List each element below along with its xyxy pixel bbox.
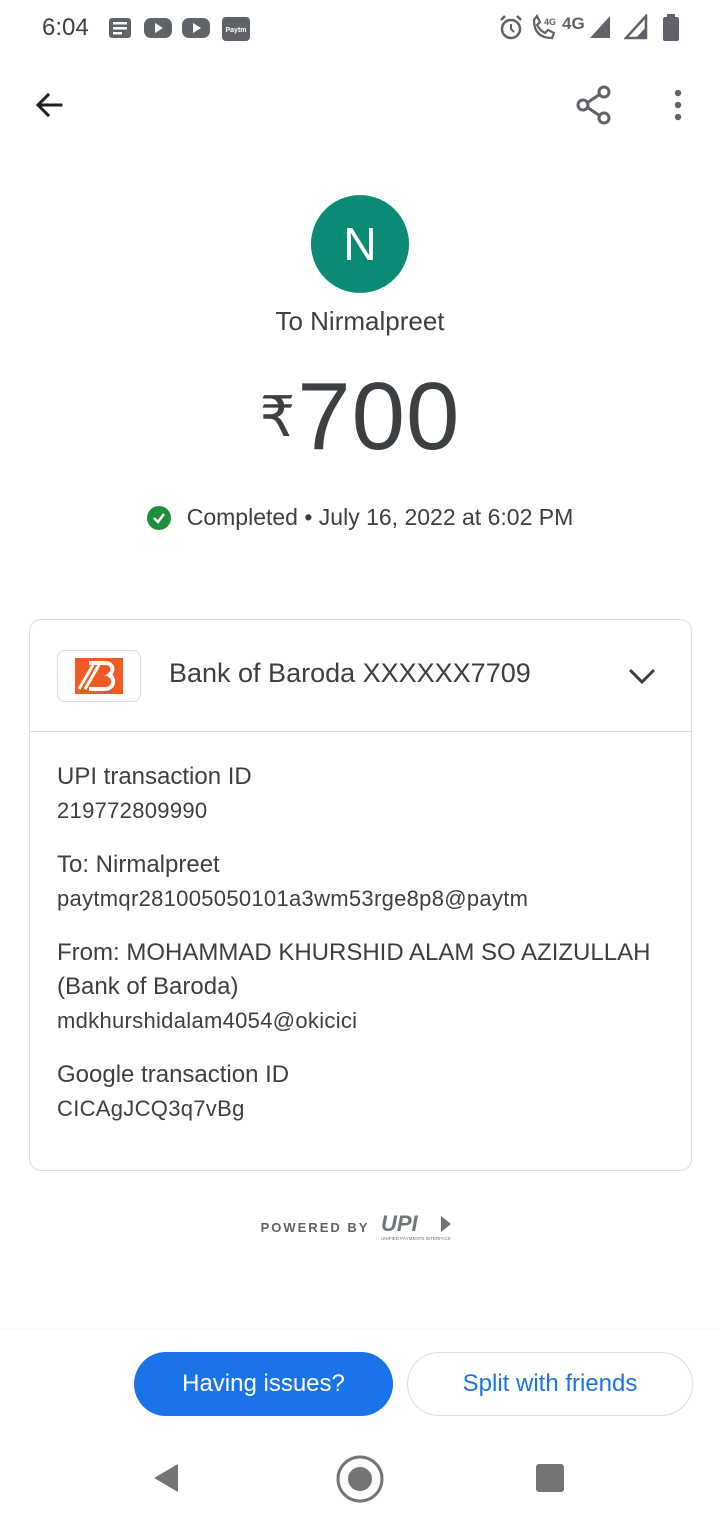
youtube-icon <box>182 18 210 38</box>
svg-text:4G: 4G <box>544 17 556 27</box>
from-detail: From: MOHAMMAD KHURSHID ALAM SO AZIZULLA… <box>57 936 671 1038</box>
powered-by-text: POWERED BY <box>260 1219 370 1235</box>
status-bar: 6:04 Paytm 4G 4G <box>0 0 720 56</box>
nav-recents-icon[interactable] <box>536 1464 564 1492</box>
detail-label: To: Nirmalpreet <box>57 851 220 878</box>
youtube-icon <box>144 18 172 38</box>
arrow-back-icon <box>35 92 63 118</box>
svg-text:UNIFIED PAYMENTS INTERFACE: UNIFIED PAYMENTS INTERFACE <box>381 1236 451 1241</box>
svg-text:UPI: UPI <box>381 1212 419 1236</box>
upi-logo: UPI UNIFIED PAYMENTS INTERFACE <box>381 1212 452 1241</box>
amount: ₹ 700 <box>0 362 720 472</box>
more-vert-icon <box>674 89 682 121</box>
signal-icon <box>624 14 648 40</box>
nav-home-icon[interactable] <box>335 1454 385 1504</box>
signal-icon <box>590 16 610 38</box>
currency-symbol: ₹ <box>259 385 296 448</box>
nav-back-icon[interactable] <box>150 1460 186 1496</box>
detail-value[interactable]: paytmqr281005050101a3wm53rge8p8@paytm <box>57 882 671 916</box>
alarm-icon <box>500 15 522 40</box>
google-transaction-id: Google transaction ID CICAgJCQ3q7vBg <box>57 1058 671 1126</box>
to-detail: To: Nirmalpreet paytmqr281005050101a3wm5… <box>57 848 671 916</box>
bank-of-baroda-logo-icon <box>75 658 123 694</box>
paytm-icon: Paytm <box>222 17 250 41</box>
amount-value: 700 <box>297 363 461 470</box>
detail-value[interactable]: CICAgJCQ3q7vBg <box>57 1092 671 1126</box>
bank-logo <box>57 650 141 702</box>
detail-label: UPI transaction ID <box>57 763 252 790</box>
powered-by-upi: POWERED BY UPI UNIFIED PAYMENTS INTERFAC… <box>0 1212 720 1242</box>
network-type: 4G <box>562 14 585 33</box>
expand-button[interactable] <box>626 660 658 692</box>
chevron-down-icon <box>628 668 656 685</box>
detail-value[interactable]: 219772809990 <box>57 794 671 828</box>
check-circle-icon <box>146 505 171 530</box>
news-icon <box>109 18 131 38</box>
detail-label: From: MOHAMMAD KHURSHID ALAM SO AZIZULLA… <box>57 939 651 1000</box>
battery-icon <box>663 14 679 41</box>
share-icon <box>576 85 611 125</box>
recipient-name: To Nirmalpreet <box>275 306 445 336</box>
detail-value[interactable]: mdkhurshidalam4054@okicici <box>57 1004 671 1038</box>
transaction-details-card: Bank of Baroda XXXXXX7709 UPI transactio… <box>29 619 692 1171</box>
bank-account-row[interactable]: Bank of Baroda XXXXXX7709 <box>30 620 691 732</box>
more-options-button[interactable] <box>654 80 702 130</box>
volte-call-icon: 4G <box>532 14 556 40</box>
bottom-action-bar: Having issues? Split with friends <box>0 1330 720 1520</box>
detail-label: Google transaction ID <box>57 1061 290 1088</box>
back-button[interactable] <box>24 80 74 130</box>
upi-transaction-id: UPI transaction ID 219772809990 <box>57 760 671 828</box>
status-time: 6:04 <box>42 14 89 41</box>
svg-text:Paytm: Paytm <box>225 27 246 34</box>
share-button[interactable] <box>568 80 620 130</box>
details-list: UPI transaction ID 219772809990 To: Nirm… <box>57 760 671 1146</box>
transaction-status: Completed • July 16, 2022 at 6:02 PM <box>0 504 720 531</box>
having-issues-button[interactable]: Having issues? <box>134 1352 393 1416</box>
split-with-friends-button[interactable]: Split with friends <box>407 1352 693 1416</box>
avatar: N <box>311 195 409 293</box>
status-text: Completed • July 16, 2022 at 6:02 PM <box>186 504 574 530</box>
bank-name: Bank of Baroda XXXXXX7709 <box>169 658 531 688</box>
